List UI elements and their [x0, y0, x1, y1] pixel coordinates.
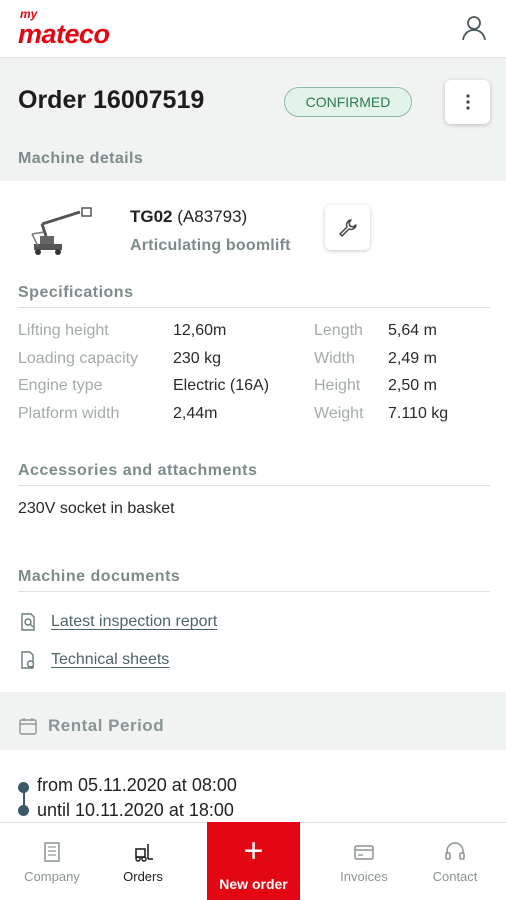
rental-until: until 10.11.2020 at 18:00 — [37, 800, 234, 821]
logo-name: mateco — [18, 19, 110, 49]
rental-from-prefix: from — [37, 775, 73, 795]
nav-contact-label: Contact — [432, 869, 478, 884]
spec-value-length: 5,64 m — [388, 322, 437, 339]
rental-from-at: at — [171, 775, 187, 795]
rental-until-date: 10.11.2020 — [75, 800, 164, 820]
spec-value-lifting-height: 12,60m — [173, 322, 227, 339]
rental-period-heading: Rental Period — [18, 716, 164, 736]
machine-code-id: TG02 — [130, 207, 173, 226]
service-request-button[interactable] — [325, 205, 370, 250]
specifications-heading: Specifications — [18, 284, 490, 308]
accessory-item: 230V socket in basket — [18, 500, 175, 517]
nav-invoices[interactable]: Invoices — [319, 823, 409, 900]
machine-type: Articulating boomlift — [130, 237, 291, 254]
nav-orders[interactable]: Orders — [98, 823, 188, 900]
spec-label-weight: Weight — [314, 405, 364, 422]
rental-until-prefix: until — [37, 800, 71, 820]
top-bar: my mateco — [0, 0, 506, 58]
spec-label-engine-type: Engine type — [18, 377, 103, 394]
accessories-heading: Accessories and attachments — [18, 462, 490, 486]
spec-value-weight: 7.110 kg — [388, 405, 449, 422]
rental-from: from 05.11.2020 at 08:00 — [37, 775, 237, 796]
rental-from-date: 05.11.2020 — [78, 775, 167, 795]
more-options-button[interactable] — [445, 80, 490, 124]
rental-until-time: 18:00 — [188, 800, 234, 820]
forklift-icon — [135, 844, 153, 862]
timeline-start-dot — [18, 782, 29, 793]
inspection-report-icon — [21, 613, 35, 631]
machine-code: TG02 (A83793) — [130, 207, 247, 227]
technical-sheet-icon — [21, 651, 35, 669]
spec-label-platform-width: Platform width — [18, 405, 120, 422]
company-building-icon — [44, 842, 60, 862]
new-order-button[interactable]: + New order — [207, 822, 300, 900]
mateco-logo[interactable]: my mateco — [18, 8, 110, 48]
status-badge: CONFIRMED — [284, 87, 412, 117]
nav-orders-label: Orders — [123, 869, 163, 884]
new-order-label: New order — [219, 876, 288, 892]
nav-company[interactable]: Company — [7, 823, 97, 900]
spec-value-engine-type: Electric (16A) — [173, 377, 270, 394]
spec-label-length: Length — [314, 322, 363, 339]
spec-label-lifting-height: Lifting height — [18, 322, 109, 339]
rental-until-at: at — [168, 800, 184, 820]
rental-from-time: 08:00 — [191, 775, 237, 795]
nav-contact[interactable]: Contact — [410, 823, 500, 900]
nav-invoices-label: Invoices — [340, 869, 388, 884]
order-title: Order 16007519 — [18, 86, 205, 114]
more-vertical-icon — [465, 94, 470, 110]
technical-sheets-link[interactable]: Technical sheets — [18, 650, 169, 670]
machine-serial: (A83793) — [177, 207, 248, 226]
inspection-report-label: Latest inspection report — [51, 613, 218, 630]
spec-label-loading-capacity: Loading capacity — [18, 350, 139, 367]
nav-company-label: Company — [24, 869, 80, 884]
machine-details-heading: Machine details — [18, 150, 144, 167]
spec-label-width: Width — [314, 350, 355, 367]
wrench-icon — [338, 218, 357, 237]
spec-value-loading-capacity: 230 kg — [173, 350, 222, 367]
invoice-card-icon — [354, 845, 374, 860]
calendar-icon — [19, 718, 37, 735]
spec-value-height: 2,50 m — [388, 377, 437, 394]
inspection-report-link[interactable]: Latest inspection report — [18, 612, 217, 632]
technical-sheets-label: Technical sheets — [51, 651, 170, 668]
spec-value-platform-width: 2,44m — [173, 405, 218, 422]
boomlift-machine-icon — [31, 207, 92, 255]
plus-icon: + — [243, 832, 264, 870]
spec-value-width: 2,49 m — [388, 350, 437, 367]
spec-label-height: Height — [314, 377, 361, 394]
machine-documents-heading: Machine documents — [18, 568, 490, 592]
rental-period-title: Rental Period — [48, 716, 165, 735]
timeline-end-dot — [18, 805, 29, 816]
user-profile-icon[interactable] — [460, 14, 488, 42]
headset-icon — [445, 842, 465, 860]
